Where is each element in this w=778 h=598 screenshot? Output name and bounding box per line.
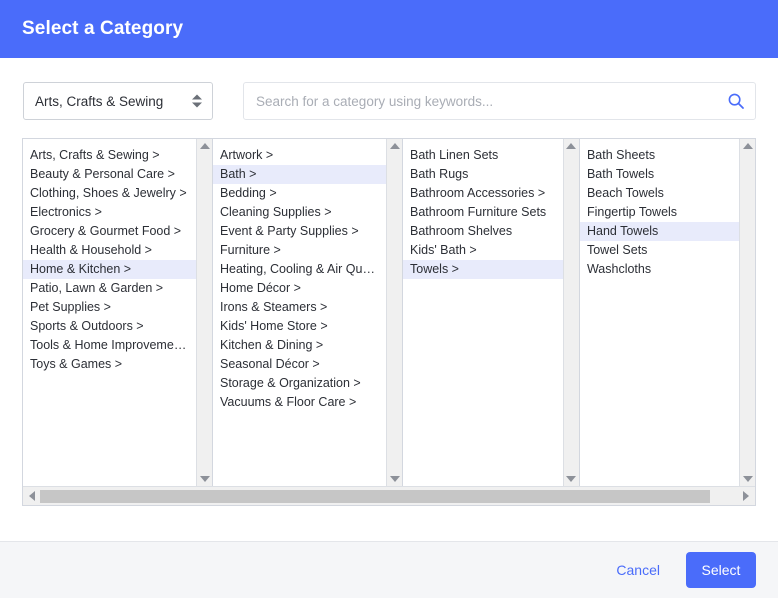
list-item[interactable]: Storage & Organization > <box>213 374 386 393</box>
vertical-scrollbar-3[interactable] <box>562 139 579 486</box>
list-item[interactable]: Cleaning Supplies > <box>213 203 386 222</box>
list-item[interactable]: Kids' Home Store > <box>213 317 386 336</box>
horizontal-scrollbar[interactable] <box>23 486 755 505</box>
list-item[interactable]: Patio, Lawn & Garden > <box>23 279 196 298</box>
list-item[interactable]: Bathroom Furniture Sets <box>403 203 563 222</box>
list-item[interactable]: Heating, Cooling & Air Quali… <box>213 260 386 279</box>
list-item[interactable]: Bath Sheets <box>580 146 739 165</box>
list-item[interactable]: Home & Kitchen > <box>23 260 196 279</box>
category-column-4: Bath Sheets Bath Towels Beach Towels Finger… <box>579 139 755 486</box>
list-item[interactable]: Arts, Crafts & Sewing > <box>23 146 196 165</box>
controls-row: Arts, Crafts & Sewing <box>0 58 778 120</box>
vertical-scrollbar-4[interactable] <box>739 139 755 486</box>
list-item[interactable]: Grocery & Gourmet Food > <box>23 222 196 241</box>
triangle-up-icon[interactable] <box>192 94 202 100</box>
horizontal-scrollbar-track[interactable] <box>40 489 738 503</box>
scroll-down-arrow-icon[interactable] <box>566 476 577 482</box>
list-item[interactable]: Washcloths <box>580 260 739 279</box>
list-item[interactable]: Electronics > <box>23 203 196 222</box>
list-item[interactable]: Home Décor > <box>213 279 386 298</box>
scroll-up-arrow-icon[interactable] <box>199 143 210 149</box>
list-item[interactable]: Irons & Steamers > <box>213 298 386 317</box>
list-item[interactable]: Seasonal Décor > <box>213 355 386 374</box>
list-item[interactable]: Kids' Bath > <box>403 241 563 260</box>
scroll-up-arrow-icon[interactable] <box>566 143 577 149</box>
list-item[interactable]: Sports & Outdoors > <box>23 317 196 336</box>
page-title: Select a Category <box>22 18 184 39</box>
list-item[interactable]: Bathroom Accessories > <box>403 184 563 203</box>
list-item[interactable]: Bath Linen Sets <box>403 146 563 165</box>
list-item[interactable]: Furniture > <box>213 241 386 260</box>
select-category-dialog: Select a Category Arts, Crafts & Sewing <box>0 0 778 598</box>
triangle-down-icon[interactable] <box>192 102 202 108</box>
scroll-down-arrow-icon[interactable] <box>389 476 400 482</box>
category-list-1[interactable]: Arts, Crafts & Sewing > Beauty & Personal… <box>23 139 196 486</box>
vertical-scrollbar-2[interactable] <box>386 139 402 486</box>
list-item[interactable]: Fingertip Towels <box>580 203 739 222</box>
scroll-right-arrow-icon[interactable] <box>743 491 749 501</box>
horizontal-scrollbar-thumb[interactable] <box>40 489 711 503</box>
category-column-1: Arts, Crafts & Sewing > Beauty & Personal… <box>23 139 213 486</box>
list-item[interactable]: Clothing, Shoes & Jewelry > <box>23 184 196 203</box>
list-item[interactable]: Toys & Games > <box>23 355 196 374</box>
list-item[interactable]: Health & Household > <box>23 241 196 260</box>
category-list-4[interactable]: Bath Sheets Bath Towels Beach Towels Finger… <box>579 139 739 486</box>
list-item[interactable]: Vacuums & Floor Care > <box>213 393 386 412</box>
scroll-down-arrow-icon[interactable] <box>199 476 210 482</box>
category-list-3[interactable]: Bath Linen Sets Bath Rugs Bathroom Accesso… <box>403 139 563 486</box>
category-select-value: Arts, Crafts & Sewing <box>35 93 164 109</box>
scroll-up-arrow-icon[interactable] <box>742 143 753 149</box>
list-item[interactable]: Bedding > <box>213 184 386 203</box>
dialog-body: Arts, Crafts & Sewing Ar <box>0 58 778 541</box>
list-item[interactable]: Bath Towels <box>580 165 739 184</box>
list-item[interactable]: Hand Towels <box>579 222 739 241</box>
category-list-2[interactable]: Artwork > Bath > Bedding > Cleaning Supplie… <box>213 139 386 486</box>
dialog-header: Select a Category <box>0 0 778 58</box>
stepper-icons[interactable] <box>192 94 202 108</box>
search-wrap <box>243 82 756 120</box>
category-select[interactable]: Arts, Crafts & Sewing <box>23 82 213 120</box>
list-item[interactable]: Kitchen & Dining > <box>213 336 386 355</box>
category-column-3: Bath Linen Sets Bath Rugs Bathroom Accesso… <box>403 139 580 486</box>
vertical-scrollbar-1[interactable] <box>196 139 212 486</box>
scroll-up-arrow-icon[interactable] <box>389 143 400 149</box>
list-item[interactable]: Artwork > <box>213 146 386 165</box>
category-column-2: Artwork > Bath > Bedding > Cleaning Supplie… <box>213 139 403 486</box>
list-item[interactable]: Towels > <box>403 260 563 279</box>
dialog-footer: Cancel Select <box>0 541 778 598</box>
list-item[interactable]: Beach Towels <box>580 184 739 203</box>
list-item[interactable]: Bath > <box>213 165 386 184</box>
list-item[interactable]: Pet Supplies > <box>23 298 196 317</box>
list-item[interactable]: Tools & Home Improvement > <box>23 336 196 355</box>
category-columns: Arts, Crafts & Sewing > Beauty & Personal… <box>23 139 755 486</box>
list-item[interactable]: Beauty & Personal Care > <box>23 165 196 184</box>
select-button[interactable]: Select <box>686 552 756 588</box>
cancel-button[interactable]: Cancel <box>612 556 664 584</box>
list-item[interactable]: Bath Rugs <box>403 165 563 184</box>
list-item[interactable]: Event & Party Supplies > <box>213 222 386 241</box>
list-item[interactable]: Towel Sets <box>580 241 739 260</box>
scroll-left-arrow-icon[interactable] <box>29 491 35 501</box>
category-columns-panel: Arts, Crafts & Sewing > Beauty & Personal… <box>22 138 756 506</box>
search-icon[interactable] <box>727 92 745 110</box>
scroll-down-arrow-icon[interactable] <box>742 476 753 482</box>
list-item[interactable]: Bathroom Shelves <box>403 222 563 241</box>
search-input[interactable] <box>243 82 756 120</box>
